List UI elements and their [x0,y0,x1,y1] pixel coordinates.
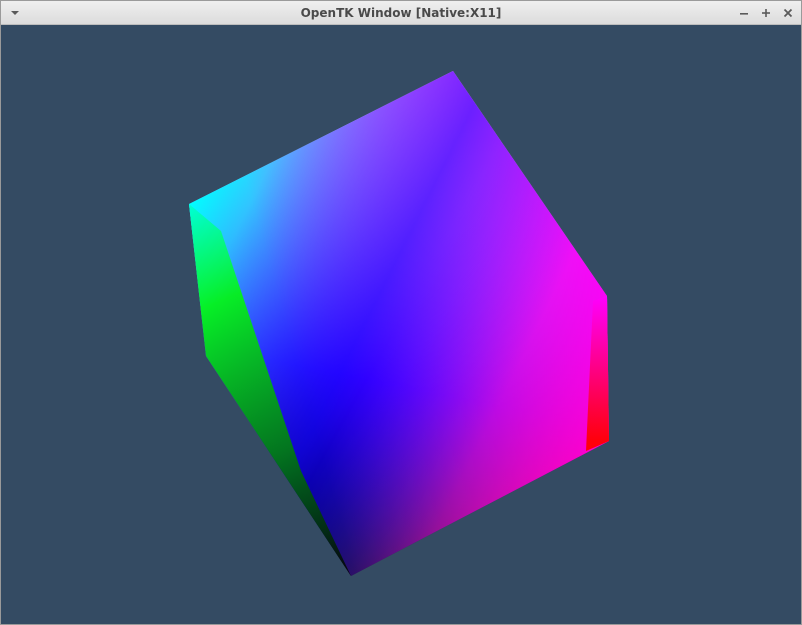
cube-canvas [189,71,609,576]
title-bar[interactable]: OpenTK Window [Native:X11] [1,1,801,25]
window-title: OpenTK Window [Native:X11] [300,6,502,20]
maximize-icon[interactable] [759,6,773,20]
cube-front-face-tint-blue [189,71,609,576]
opentk-window: OpenTK Window [Native:X11] [0,0,802,625]
minimize-icon[interactable] [737,6,751,20]
gl-viewport[interactable] [1,25,801,624]
close-icon[interactable] [781,6,795,20]
